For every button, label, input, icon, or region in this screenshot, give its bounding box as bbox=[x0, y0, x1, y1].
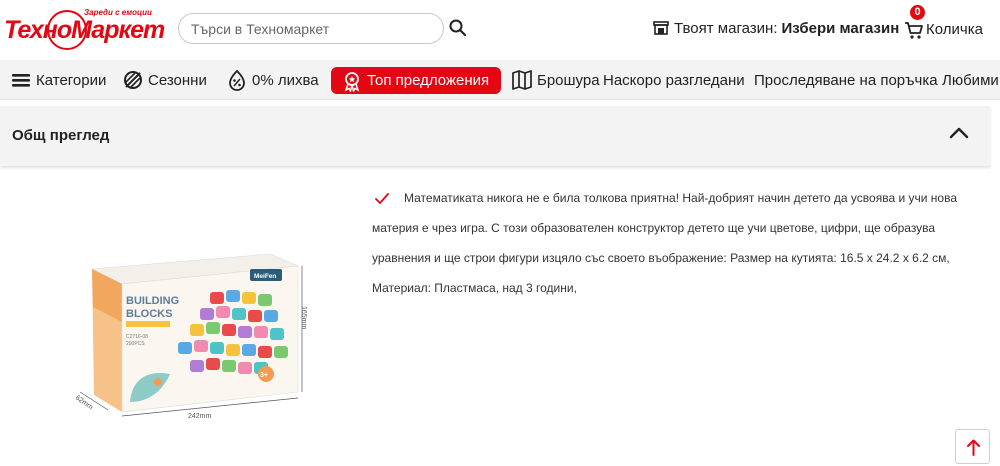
dim-depth-label: 62mm bbox=[74, 394, 94, 411]
box-age: 3+ bbox=[260, 372, 268, 379]
header: Зареди с емоции ТехноМаркет Твоят магази… bbox=[0, 0, 1000, 60]
nav-label-top-offers: Топ предложения bbox=[367, 72, 490, 89]
logo-text: ТехноМаркет bbox=[4, 16, 165, 44]
nav-label-brochure: Брошура bbox=[537, 71, 600, 89]
nav-item-seasonal[interactable]: Сезонни bbox=[122, 60, 207, 100]
main-nav: Категории Сезонни 0% лихва Топ предложен… bbox=[0, 60, 1000, 100]
nav-item-recently-viewed[interactable]: Наскоро разгледани bbox=[603, 60, 745, 100]
seasonal-icon bbox=[124, 71, 142, 89]
nav-label-zero-interest: 0% лихва bbox=[252, 71, 319, 89]
dim-height-label: 165mm bbox=[300, 306, 307, 330]
nav-item-zero-interest[interactable]: 0% лихва bbox=[226, 60, 319, 100]
chevron-up-icon[interactable] bbox=[948, 122, 970, 144]
product-description: Математиката никога не е била толкова пр… bbox=[372, 183, 972, 303]
nav-item-brochure[interactable]: Брошура bbox=[511, 60, 600, 100]
logo[interactable]: Зареди с емоции ТехноМаркет bbox=[4, 8, 165, 50]
nav-label-favorites: Любими bbox=[942, 71, 999, 89]
cart-count-badge: 0 bbox=[910, 5, 925, 20]
box-title-2: BLOCKS bbox=[126, 308, 172, 320]
cart-icon bbox=[905, 22, 923, 39]
award-icon bbox=[344, 71, 360, 92]
box-title-1: BUILDING bbox=[126, 295, 179, 307]
search-box bbox=[178, 13, 444, 44]
menu-icon bbox=[12, 74, 30, 87]
search-input[interactable] bbox=[191, 20, 431, 38]
nav-label-categories: Категории bbox=[36, 71, 107, 89]
store-icon bbox=[653, 21, 669, 35]
box-brand: MeiFen bbox=[254, 273, 276, 280]
percent-icon bbox=[229, 69, 245, 91]
nav-label-seasonal: Сезонни bbox=[148, 71, 207, 89]
overview-accordion-header[interactable]: Общ преглед bbox=[0, 106, 990, 166]
scroll-to-top-button[interactable] bbox=[955, 429, 990, 464]
brochure-icon bbox=[512, 70, 532, 90]
box-code: C2716-08 bbox=[126, 334, 148, 340]
nav-item-favorites[interactable]: Любими bbox=[942, 60, 999, 100]
nav-item-categories[interactable]: Категории bbox=[10, 60, 106, 100]
overview-title: Общ преглед bbox=[12, 127, 110, 144]
nav-item-top-offers[interactable]: Топ предложения bbox=[331, 67, 502, 94]
nav-item-order-tracking[interactable]: Проследяване на поръчка bbox=[754, 60, 938, 100]
cart-label: Количка bbox=[926, 21, 983, 38]
nav-label-recently-viewed: Наскоро разгледани bbox=[603, 71, 745, 89]
box-pcs: 200PCS bbox=[126, 341, 145, 347]
store-label: Твоят магазин: bbox=[674, 19, 778, 37]
search-icon[interactable] bbox=[448, 18, 468, 38]
store-value[interactable]: Избери магазин bbox=[781, 20, 899, 37]
cart-button[interactable]: 0 Количка bbox=[904, 5, 1000, 44]
product-image: BUILDING BLOCKS C2716-08 200PCS MeiFen 3… bbox=[74, 253, 307, 420]
store-selector[interactable]: Твоят магазин: Избери магазин bbox=[652, 19, 899, 37]
product-description-text: Математиката никога не е била толкова пр… bbox=[372, 191, 957, 295]
nav-label-order-tracking: Проследяване на поръчка bbox=[754, 71, 938, 89]
dim-width-label: 242mm bbox=[188, 413, 212, 420]
arrow-up-icon bbox=[967, 439, 980, 456]
